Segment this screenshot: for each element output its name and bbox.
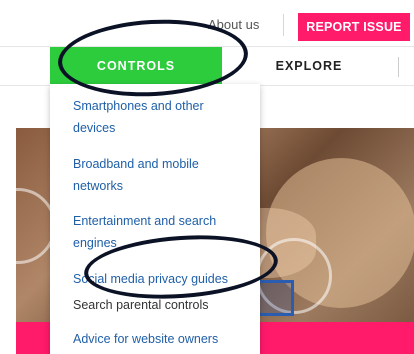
top-bar: About us REPORT ISSUE [0, 0, 414, 46]
divider [398, 57, 399, 77]
main-nav: CONTROLS EXPLORE [0, 46, 414, 86]
tab-controls[interactable]: CONTROLS [50, 47, 222, 85]
report-issue-button[interactable]: REPORT ISSUE [298, 13, 410, 41]
tab-explore[interactable]: EXPLORE [262, 47, 356, 85]
about-us-link[interactable]: About us [208, 17, 259, 32]
hero-screen [254, 280, 294, 316]
menu-item-entertainment[interactable]: Entertainment and search engines [73, 210, 243, 254]
menu-item-website-owners[interactable]: Advice for website owners [73, 328, 243, 350]
menu-item-search-parental-controls[interactable]: Search parental controls [73, 294, 243, 316]
menu-item-broadband[interactable]: Broadband and mobile networks [73, 153, 243, 197]
divider [283, 14, 284, 36]
menu-item-social-media[interactable]: Social media privacy guides [73, 268, 243, 290]
menu-item-smartphones[interactable]: Smartphones and other devices [73, 95, 243, 139]
controls-dropdown-menu: Smartphones and other devices Broadband … [50, 84, 260, 354]
